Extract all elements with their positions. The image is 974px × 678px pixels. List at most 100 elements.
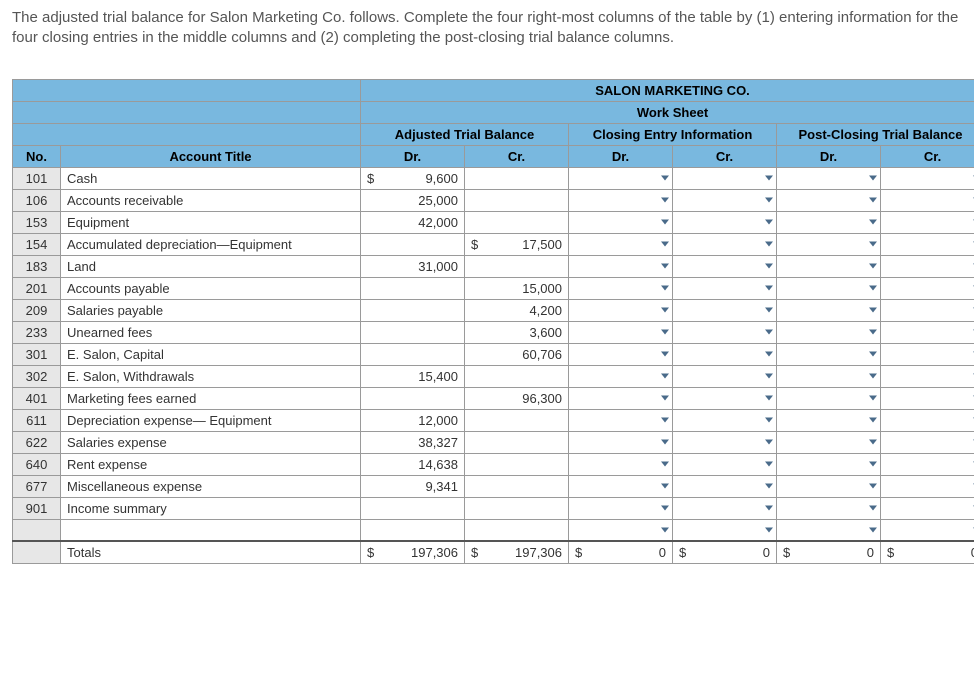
closing-dr-input[interactable] — [569, 211, 673, 233]
blank-no — [13, 519, 61, 541]
account-title: Miscellaneous expense — [61, 475, 361, 497]
post-cr-input[interactable] — [881, 167, 974, 189]
post-dr-input[interactable] — [777, 255, 881, 277]
closing-dr-input[interactable] — [569, 387, 673, 409]
post-dr-input[interactable] — [777, 343, 881, 365]
adjusted-dr — [361, 497, 465, 519]
post-dr-input[interactable] — [777, 211, 881, 233]
closing-dr-input[interactable] — [569, 475, 673, 497]
closing-dr-input[interactable] — [569, 497, 673, 519]
post-cr-input[interactable] — [881, 409, 974, 431]
adjusted-dr: 31,000 — [361, 255, 465, 277]
adjusted-cr — [465, 475, 569, 497]
post-cr-input[interactable] — [881, 453, 974, 475]
account-no: 106 — [13, 189, 61, 211]
post-dr-input[interactable] — [777, 365, 881, 387]
account-title: Unearned fees — [61, 321, 361, 343]
post-cr-input[interactable] — [881, 277, 974, 299]
account-title: Land — [61, 255, 361, 277]
totals-no — [13, 541, 61, 564]
post-dr-input[interactable] — [777, 453, 881, 475]
adjusted-cr — [465, 431, 569, 453]
account-title: E. Salon, Withdrawals — [61, 365, 361, 387]
adjusted-cr: 15,000 — [465, 277, 569, 299]
post-cr-input[interactable] — [881, 365, 974, 387]
col-adj-cr: Cr. — [465, 145, 569, 167]
col-adj-dr: Dr. — [361, 145, 465, 167]
closing-cr-input[interactable] — [673, 189, 777, 211]
totals-post-dr: $0 — [777, 541, 881, 564]
post-dr-input[interactable] — [777, 321, 881, 343]
table-row: 677Miscellaneous expense9,341 — [13, 475, 974, 497]
post-cr-input[interactable] — [881, 321, 974, 343]
closing-dr-input[interactable] — [569, 167, 673, 189]
account-no: 622 — [13, 431, 61, 453]
closing-cr-input[interactable] — [673, 431, 777, 453]
closing-cr-input[interactable] — [673, 409, 777, 431]
closing-cr-input[interactable] — [673, 475, 777, 497]
closing-dr-input[interactable] — [569, 233, 673, 255]
closing-cr-input[interactable] — [673, 233, 777, 255]
closing-dr-input[interactable] — [569, 431, 673, 453]
col-post-cr: Cr. — [881, 145, 974, 167]
post-dr-input[interactable] — [777, 189, 881, 211]
closing-dr-input[interactable] — [569, 277, 673, 299]
totals-post-cr: $0 — [881, 541, 974, 564]
post-dr-input[interactable] — [777, 431, 881, 453]
closing-cr-input[interactable] — [673, 453, 777, 475]
post-cr-input[interactable] — [881, 211, 974, 233]
post-dr-input[interactable] — [777, 409, 881, 431]
closing-cr-input[interactable] — [673, 387, 777, 409]
post-dr-input[interactable] — [777, 277, 881, 299]
post-cr-input[interactable] — [881, 255, 974, 277]
post-cr-input[interactable] — [881, 387, 974, 409]
post-dr-input[interactable] — [777, 475, 881, 497]
closing-cr-input[interactable] — [673, 255, 777, 277]
closing-cr-input[interactable] — [673, 211, 777, 233]
adjusted-dr — [361, 387, 465, 409]
post-dr-input[interactable] — [777, 233, 881, 255]
closing-dr-input[interactable] — [569, 321, 673, 343]
post-cr-input[interactable] — [881, 189, 974, 211]
post-cr-input[interactable] — [881, 299, 974, 321]
closing-cr-input[interactable] — [673, 167, 777, 189]
post-dr-input[interactable] — [777, 519, 881, 541]
closing-dr-input[interactable] — [569, 365, 673, 387]
closing-dr-input[interactable] — [569, 189, 673, 211]
closing-cr-input[interactable] — [673, 321, 777, 343]
adjusted-cr: 60,706 — [465, 343, 569, 365]
post-dr-input[interactable] — [777, 299, 881, 321]
post-cr-input[interactable] — [881, 475, 974, 497]
closing-cr-input[interactable] — [673, 365, 777, 387]
closing-dr-input[interactable] — [569, 299, 673, 321]
closing-cr-input[interactable] — [673, 343, 777, 365]
post-dr-input[interactable] — [777, 497, 881, 519]
closing-cr-input[interactable] — [673, 277, 777, 299]
closing-dr-input[interactable] — [569, 453, 673, 475]
post-cr-input[interactable] — [881, 497, 974, 519]
adjusted-dr — [361, 299, 465, 321]
section-adjusted: Adjusted Trial Balance — [361, 123, 569, 145]
post-dr-input[interactable] — [777, 167, 881, 189]
post-cr-input[interactable] — [881, 431, 974, 453]
closing-dr-input[interactable] — [569, 519, 673, 541]
account-title: Salaries payable — [61, 299, 361, 321]
section-closing: Closing Entry Information — [569, 123, 777, 145]
post-cr-input[interactable] — [881, 343, 974, 365]
post-cr-input[interactable] — [881, 233, 974, 255]
post-cr-input[interactable] — [881, 519, 974, 541]
closing-dr-input[interactable] — [569, 255, 673, 277]
header-blank-left — [13, 79, 361, 101]
closing-cr-input[interactable] — [673, 299, 777, 321]
instructions-text: The adjusted trial balance for Salon Mar… — [12, 8, 962, 49]
totals-adjusted-dr: $197,306 — [361, 541, 465, 564]
account-title: Income summary — [61, 497, 361, 519]
closing-dr-input[interactable] — [569, 343, 673, 365]
account-no: 677 — [13, 475, 61, 497]
closing-cr-input[interactable] — [673, 497, 777, 519]
account-title: Equipment — [61, 211, 361, 233]
closing-dr-input[interactable] — [569, 409, 673, 431]
closing-cr-input[interactable] — [673, 519, 777, 541]
post-dr-input[interactable] — [777, 387, 881, 409]
blank-row — [13, 519, 974, 541]
